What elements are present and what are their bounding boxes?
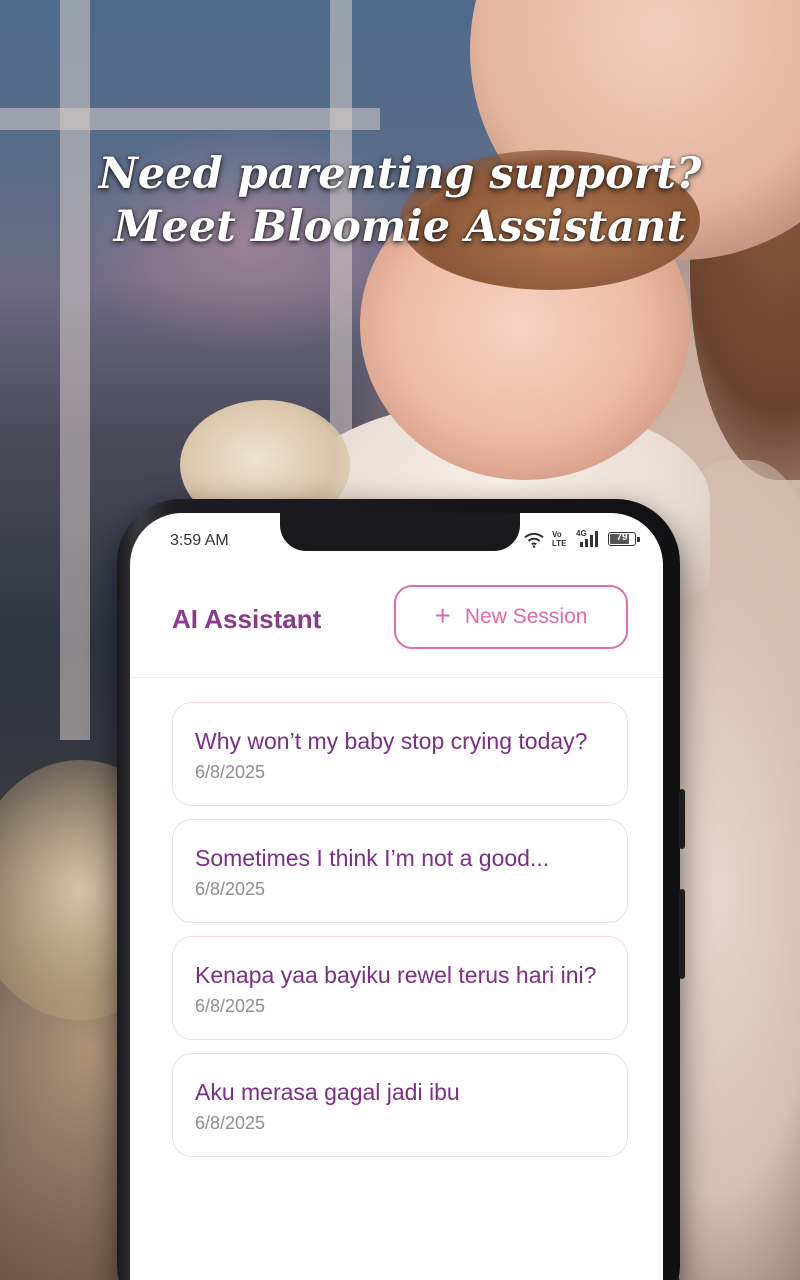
status-time: 3:59 AM [170, 532, 229, 549]
window-frame-horizontal [0, 108, 380, 130]
battery-percent: 79 [616, 532, 628, 543]
session-item[interactable]: Why won’t my baby stop crying today? 6/8… [172, 702, 628, 806]
session-item[interactable]: Sometimes I think I’m not a good... 6/8/… [172, 819, 628, 923]
new-session-button[interactable]: + New Session [394, 585, 628, 649]
network-generation-label: 4G [576, 529, 587, 538]
battery-nub [637, 537, 640, 542]
volte-vo-label: Vo [552, 530, 562, 539]
session-date: 6/8/2025 [195, 1113, 266, 1133]
session-item[interactable]: Aku merasa gagal jadi ibu 6/8/2025 [172, 1053, 628, 1157]
battery-icon: 79 [608, 532, 636, 546]
new-session-label: New Session [464, 605, 588, 628]
session-list: Why won’t my baby stop crying today? 6/8… [172, 702, 628, 1170]
session-title: Aku merasa gagal jadi ibu [195, 1079, 460, 1105]
phone-screen: 3:59 AM Vo LTE 4G 79 AI Assistant + New … [130, 513, 663, 1280]
volte-lte-label: LTE [552, 539, 567, 548]
phone-power-button [679, 889, 685, 979]
promo-page: Need parenting support? Meet Bloomie Ass… [0, 0, 800, 1280]
phone-volume-button [679, 789, 685, 849]
page-title: AI Assistant [172, 604, 322, 634]
session-title: Why won’t my baby stop crying today? [195, 728, 588, 754]
app-header: AI Assistant + New Session [130, 581, 663, 678]
session-title: Kenapa yaa bayiku rewel terus hari ini? [195, 962, 597, 988]
session-title: Sometimes I think I’m not a good... [195, 845, 550, 871]
headline-line-1: Need parenting support? [98, 149, 702, 199]
signal-icon: 4G [576, 529, 598, 547]
wifi-icon [524, 532, 544, 548]
session-date: 6/8/2025 [195, 762, 266, 782]
session-item[interactable]: Kenapa yaa bayiku rewel terus hari ini? … [172, 936, 628, 1040]
session-date: 6/8/2025 [195, 879, 266, 899]
volte-icon: Vo LTE [552, 530, 567, 548]
session-date: 6/8/2025 [195, 996, 266, 1016]
plus-icon: + [434, 600, 451, 631]
headline-line-2: Meet Bloomie Assistant [113, 202, 687, 252]
phone-mockup: 3:59 AM Vo LTE 4G 79 AI Assistant + New … [117, 499, 685, 1280]
status-icons: Vo LTE 4G 79 [522, 528, 652, 552]
phone-notch [280, 513, 520, 551]
promo-headline: Need parenting support? Meet Bloomie Ass… [0, 148, 800, 254]
